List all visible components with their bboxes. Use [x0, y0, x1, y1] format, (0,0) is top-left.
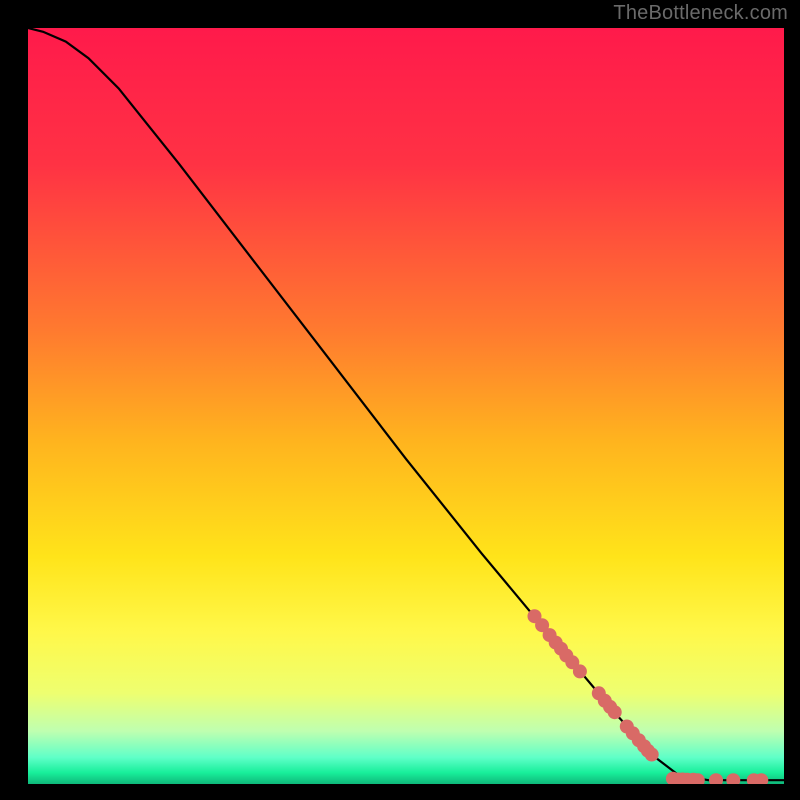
- data-marker: [573, 664, 587, 678]
- bottleneck-chart: [0, 0, 800, 800]
- data-marker: [709, 773, 723, 787]
- data-marker: [608, 705, 622, 719]
- plot-background: [28, 28, 784, 784]
- chart-stage: TheBottleneck.com: [0, 0, 800, 800]
- data-marker: [691, 773, 705, 787]
- data-marker: [726, 773, 740, 787]
- data-marker: [645, 748, 659, 762]
- data-marker: [754, 773, 768, 787]
